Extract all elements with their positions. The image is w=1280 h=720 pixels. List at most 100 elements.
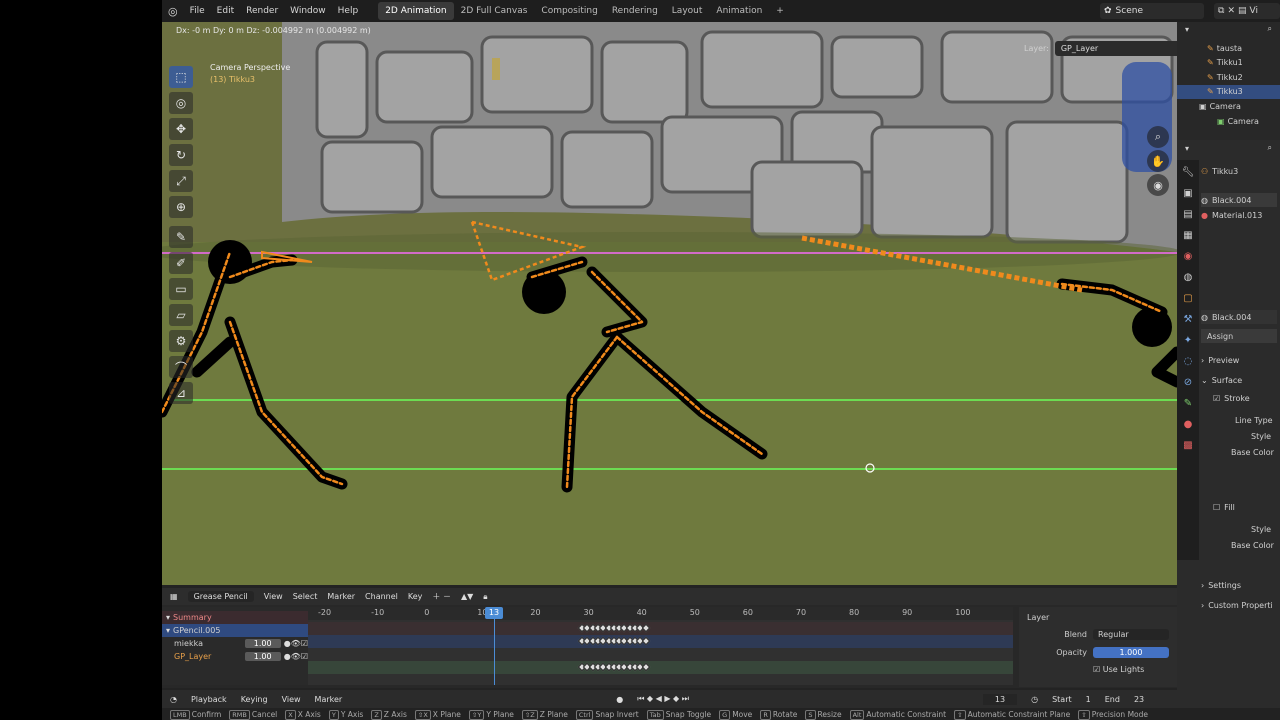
channel-gp-layer[interactable]: GP_Layer 1.00 ●👁☑ xyxy=(162,650,308,663)
menu-select[interactable]: Select xyxy=(293,592,318,601)
editor-type-icon[interactable]: ▦ xyxy=(170,592,178,601)
add-key-icon[interactable]: ＋ － xyxy=(432,591,451,602)
menu-view[interactable]: View xyxy=(282,695,301,704)
channel-opacity[interactable]: 1.00 xyxy=(244,652,281,661)
outliner-item[interactable]: ▣ Camera xyxy=(1177,114,1280,128)
outliner-item[interactable]: ▣ Camera xyxy=(1177,99,1280,113)
polyline-icon[interactable]: ▱ xyxy=(169,304,193,326)
modifier-tab-icon[interactable]: ⚒ xyxy=(1181,313,1195,327)
outliner-item[interactable]: ✎ Tikku2 xyxy=(1177,70,1280,84)
active-material-field[interactable]: ◍ Black.004 xyxy=(1201,310,1277,324)
channel-summary[interactable]: ▾ Summary xyxy=(162,611,308,624)
object-tab-icon[interactable]: ▢ xyxy=(1181,292,1195,306)
menu-view[interactable]: View xyxy=(264,592,283,601)
menu-help[interactable]: Help xyxy=(338,6,359,16)
output-tab-icon[interactable]: ▤ xyxy=(1181,208,1195,222)
constraints-tab-icon[interactable]: ⊘ xyxy=(1181,376,1195,390)
zoom-icon[interactable]: ⌕ xyxy=(1147,126,1169,148)
rotate-icon[interactable]: ↻ xyxy=(169,144,193,166)
search-icon[interactable]: ⌕ xyxy=(1268,143,1272,153)
menu-render[interactable]: Render xyxy=(246,6,278,16)
pivot-icon[interactable]: ⌒ xyxy=(169,356,193,378)
menu-marker[interactable]: Marker xyxy=(315,695,343,704)
box-icon[interactable]: ▭ xyxy=(169,278,193,300)
select-box-icon[interactable]: ⬚ xyxy=(169,66,193,88)
tab-animation[interactable]: Animation xyxy=(709,2,769,20)
preview-panel[interactable]: › Preview xyxy=(1201,353,1239,367)
record-icon[interactable]: ● xyxy=(616,695,623,704)
tab-layout[interactable]: Layout xyxy=(665,2,710,20)
menu-keying[interactable]: Keying xyxy=(241,695,268,704)
outliner-item[interactable]: ✎ Tikku1 xyxy=(1177,56,1280,70)
mesh-icon[interactable]: ⚙ xyxy=(169,330,193,352)
world-tab-icon[interactable]: ◍ xyxy=(1181,271,1195,285)
visibility-icon[interactable]: ●👁☑ xyxy=(284,652,308,661)
scene-tab-icon[interactable]: ◉ xyxy=(1181,250,1195,264)
surface-panel[interactable]: ⌄ Surface xyxy=(1201,373,1242,387)
blender-logo-icon[interactable]: ◎ xyxy=(168,5,178,18)
add-workspace-button[interactable]: + xyxy=(769,2,791,20)
expand-icon[interactable]: ▾ xyxy=(166,626,170,635)
camera-view-icon[interactable]: ◉ xyxy=(1147,174,1169,196)
draw-icon[interactable]: ✐ xyxy=(169,252,193,274)
measure-icon[interactable]: ⊿ xyxy=(169,382,193,404)
menu-key[interactable]: Key xyxy=(408,592,423,601)
physics-tab-icon[interactable]: ◌ xyxy=(1181,355,1195,369)
scale-icon[interactable]: ⤢ xyxy=(169,170,193,192)
search-icon[interactable]: ⌕ xyxy=(1268,24,1272,34)
keyframe-area[interactable] xyxy=(308,620,1013,685)
use-lights-checkbox[interactable]: ☑ Use Lights xyxy=(1093,665,1144,674)
material-slot-1[interactable]: ◍ Black.004 xyxy=(1201,193,1277,207)
copy-icon[interactable]: ⧉ xyxy=(1218,6,1224,16)
lock-icon[interactable]: 🔒︎ xyxy=(483,592,487,602)
tab-2d-animation[interactable]: 2D Animation xyxy=(378,2,454,20)
channel-miekka[interactable]: miekka 1.00 ●👁☑ xyxy=(162,637,308,650)
playback-controls-icon[interactable]: ⏮ ◆ ◀ ▶ ◆ ⏭ xyxy=(637,694,689,704)
frame-ruler[interactable]: -20 -10 0 10 20 30 40 50 60 70 80 90 100 xyxy=(308,607,1013,620)
menu-file[interactable]: File xyxy=(190,6,205,16)
playhead[interactable]: 13 xyxy=(485,607,503,685)
assign-button[interactable]: Assign xyxy=(1201,329,1277,343)
channel-opacity[interactable]: 1.00 xyxy=(244,639,281,648)
view-layer-selector[interactable]: ⧉ ✕ ▤ Vi xyxy=(1214,3,1280,19)
arrows-icon[interactable]: ▲▼ xyxy=(461,592,473,601)
effects-tab-icon[interactable]: ✦ xyxy=(1181,334,1195,348)
view-layer-tab-icon[interactable]: ▦ xyxy=(1181,229,1195,243)
cursor-icon[interactable]: ◎ xyxy=(169,92,193,114)
tab-2d-full-canvas[interactable]: 2D Full Canvas xyxy=(454,2,535,20)
expand-icon[interactable]: ▾ xyxy=(166,613,170,622)
scene-selector[interactable]: ✿ Scene xyxy=(1100,3,1204,19)
mode-select[interactable]: Grease Pencil xyxy=(187,591,254,602)
editor-type-icon[interactable]: ◔ xyxy=(170,695,177,704)
tab-rendering[interactable]: Rendering xyxy=(605,2,665,20)
close-icon[interactable]: ✕ xyxy=(1227,6,1235,16)
opacity-slider[interactable]: 1.000 xyxy=(1093,647,1169,658)
channel-gpencil[interactable]: ▾ GPencil.005 xyxy=(162,624,308,637)
menu-window[interactable]: Window xyxy=(290,6,326,16)
custom-properties-panel[interactable]: › Custom Properti xyxy=(1201,598,1273,612)
data-tab-icon[interactable]: ✎ xyxy=(1181,397,1195,411)
settings-panel[interactable]: › Settings xyxy=(1201,578,1241,592)
outliner-item[interactable]: ✎ tausta xyxy=(1177,41,1280,55)
material-slot-2[interactable]: ● Material.013 xyxy=(1201,208,1262,222)
menu-channel[interactable]: Channel xyxy=(365,592,398,601)
outliner-item[interactable]: ✎ Tikku3 xyxy=(1177,84,1280,99)
move-icon[interactable]: ✥ xyxy=(169,118,193,140)
texture-tab-icon[interactable]: ▩ xyxy=(1181,439,1195,453)
3d-viewport[interactable]: Dx: -0 m Dy: 0 m Dz: -0.004992 m (0.0049… xyxy=(162,22,1177,585)
start-field[interactable]: 1 xyxy=(1086,695,1091,704)
stroke-panel[interactable]: ☑ Stroke xyxy=(1213,391,1250,405)
blend-select[interactable]: Regular xyxy=(1093,629,1169,640)
fill-panel[interactable]: ☐ Fill xyxy=(1213,500,1235,514)
tab-compositing[interactable]: Compositing xyxy=(534,2,604,20)
menu-edit[interactable]: Edit xyxy=(217,6,234,16)
clock-icon[interactable]: ◷ xyxy=(1031,695,1038,704)
current-frame-field[interactable]: 13 xyxy=(982,693,1018,705)
menu-marker[interactable]: Marker xyxy=(327,592,355,601)
transform-icon[interactable]: ⊕ xyxy=(169,196,193,218)
visibility-icon[interactable]: ●👁☑ xyxy=(284,639,308,648)
pan-hand-icon[interactable]: ✋ xyxy=(1147,150,1169,172)
render-tab-icon[interactable]: ▣ xyxy=(1181,187,1195,201)
filter-icon[interactable]: ▾ xyxy=(1185,25,1189,34)
material-tab-icon[interactable]: ● xyxy=(1181,418,1195,432)
